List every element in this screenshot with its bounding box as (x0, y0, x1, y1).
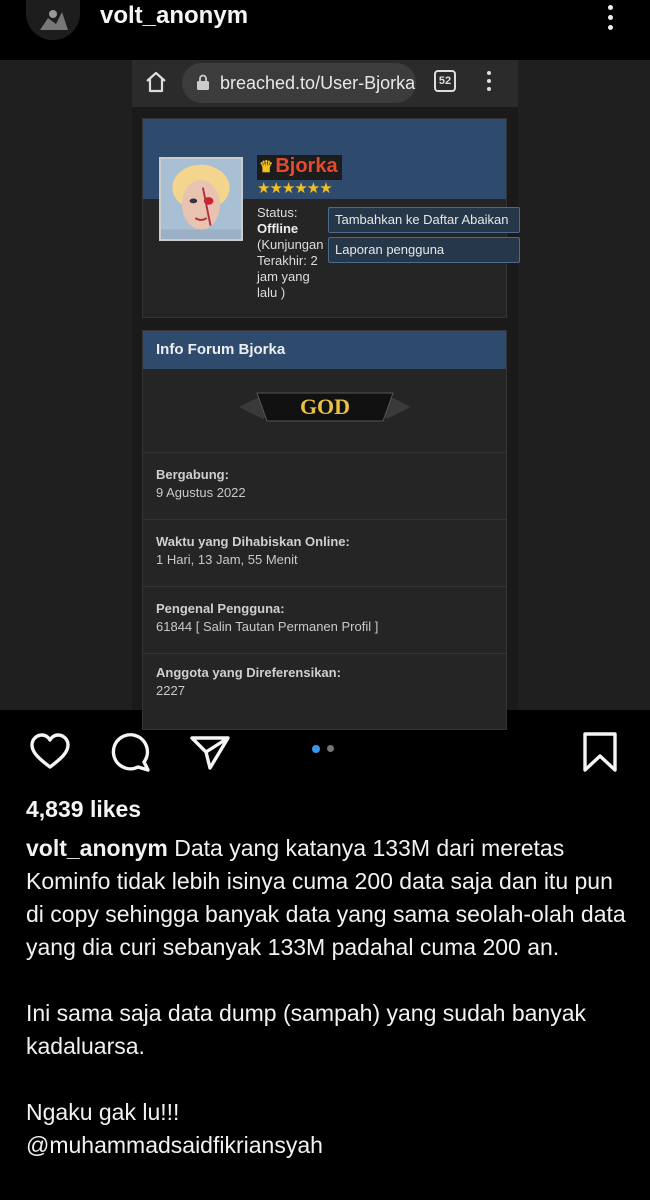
mention-link[interactable]: @muhammadsaidfikriansyah (26, 1129, 636, 1162)
more-options-icon[interactable] (598, 2, 622, 32)
info-row-online-time: Waktu yang Dihabiskan Online: 1 Hari, 13… (143, 520, 506, 587)
info-row-user-id: Pengenal Pengguna: 61844 [ Salin Tautan … (143, 587, 506, 654)
caption-paragraph: Ini sama saja data dump (sampah) yang su… (26, 1000, 586, 1059)
post-caption: volt_anonym Data yang katanya 133M dari … (26, 832, 636, 1162)
profile-name: ♛ Bjorka (257, 155, 342, 180)
post-actions (0, 724, 650, 784)
forum-info-title: Info Forum Bjorka (143, 331, 506, 369)
post-image: breached.to/User-Bjorka 52 ♛ Bjorka ★★★★… (0, 60, 650, 730)
tabs-icon[interactable]: 52 (434, 70, 456, 92)
carousel-dot-active (312, 745, 320, 753)
info-row-referrals: Anggota yang Direferensikan: 2227 (143, 651, 506, 718)
home-icon[interactable] (144, 70, 168, 94)
report-user-button[interactable]: Laporan pengguna (328, 237, 520, 263)
info-label: Waktu yang Dihabiskan Online: (156, 534, 350, 549)
share-icon[interactable] (188, 730, 232, 774)
last-visit: (Kunjungan Terakhir: 2 jam yang lalu ) (257, 237, 324, 300)
status-block: Status: Offline (Kunjungan Terakhir: 2 j… (257, 205, 333, 301)
bookmark-icon[interactable] (578, 730, 622, 774)
address-bar[interactable]: breached.to/User-Bjorka (182, 63, 416, 103)
carousel-dot (327, 745, 334, 752)
rank-text: GOD (300, 394, 350, 419)
status-label: Status: (257, 205, 298, 220)
browser-menu-icon[interactable] (484, 70, 494, 94)
info-value: 1 Hari, 13 Jam, 55 Menit (156, 552, 298, 567)
status-value: Offline (257, 221, 299, 236)
ignore-list-button[interactable]: Tambahkan ke Daftar Abaikan (328, 207, 520, 233)
post-header: volt_anonym (0, 0, 650, 50)
likes-count[interactable]: 4,839 likes (26, 796, 141, 823)
caption-username[interactable]: volt_anonym (26, 835, 168, 861)
info-row-joined: Bergabung: 9 Agustus 2022 (143, 453, 506, 520)
profile-card: ♛ Bjorka ★★★★★★ Status: Offline (Kunjunga… (142, 118, 520, 318)
crown-icon: ♛ (259, 159, 274, 176)
rating-stars: ★★★★★★ (257, 180, 333, 197)
carousel-indicator (312, 745, 342, 755)
post-username[interactable]: volt_anonym (100, 2, 248, 30)
url-text: breached.to/User-Bjorka (220, 73, 416, 93)
info-value[interactable]: 61844 [ Salin Tautan Permanen Profil ] (156, 619, 506, 634)
forum-info-card: Info Forum Bjorka GOD Bergabung: 9 Agust… (142, 330, 507, 730)
avatar[interactable] (26, 0, 80, 40)
caption-paragraph: Ngaku gak lu!!! (26, 1099, 180, 1125)
rank-section: GOD (143, 369, 506, 453)
profile-page: ♛ Bjorka ★★★★★★ Status: Offline (Kunjunga… (132, 108, 520, 730)
browser-toolbar: breached.to/User-Bjorka 52 (132, 60, 518, 108)
comment-icon[interactable] (108, 730, 152, 774)
heart-icon[interactable] (28, 730, 72, 774)
info-label: Pengenal Pengguna: (156, 601, 285, 616)
profile-avatar (159, 157, 243, 241)
lock-icon (197, 74, 209, 90)
info-value: 9 Agustus 2022 (156, 485, 246, 500)
profile-name-text: Bjorka (275, 155, 338, 177)
info-value: 2227 (156, 683, 185, 698)
rank-badge: GOD (239, 392, 411, 422)
info-label: Anggota yang Direferensikan: (156, 665, 341, 680)
info-label: Bergabung: (156, 467, 229, 482)
